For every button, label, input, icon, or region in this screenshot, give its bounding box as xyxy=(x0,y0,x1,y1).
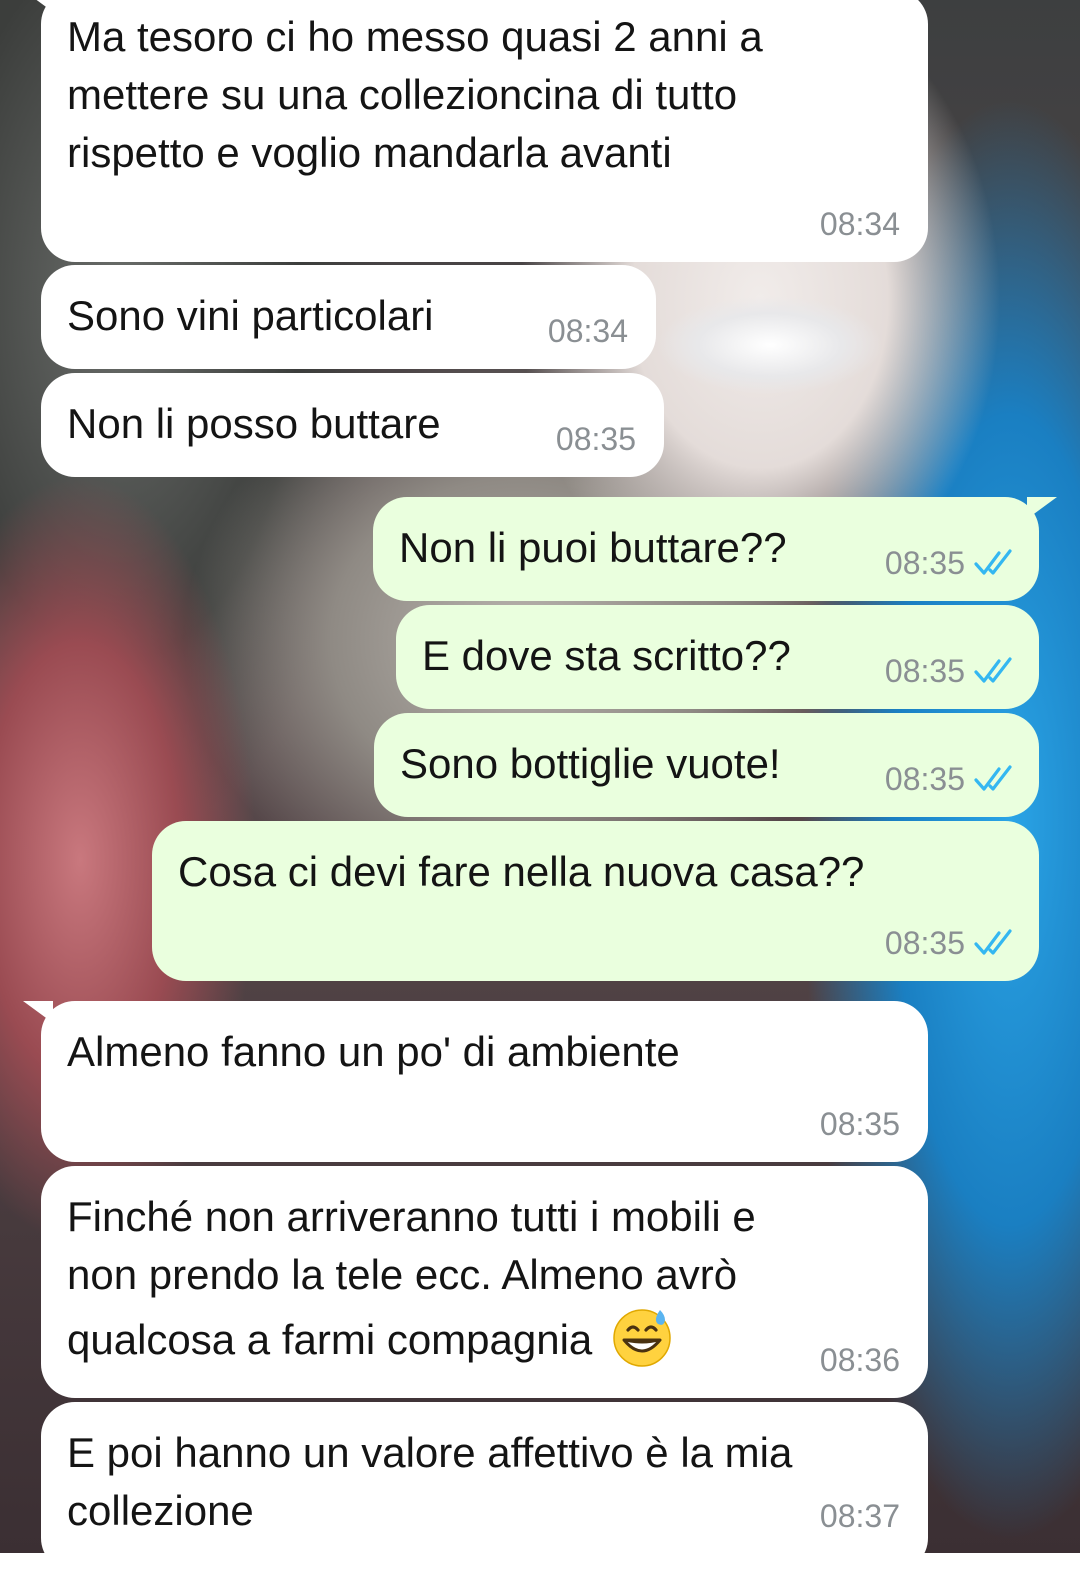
message-meta: 08:35 xyxy=(885,925,1017,961)
message-time: 08:34 xyxy=(547,313,628,349)
message-bubble-outgoing[interactable]: Sono bottiglie vuote! 08:35 xyxy=(374,713,1039,817)
message-meta: 08:35 xyxy=(885,761,1017,797)
message-text: Cosa ci devi fare nella nuova casa?? xyxy=(178,848,865,895)
message-time: 08:35 xyxy=(884,925,965,961)
message-meta: 08:34 xyxy=(820,206,900,242)
message-text: Almeno fanno un po' di ambiente xyxy=(67,1028,680,1075)
message-bubble-outgoing[interactable]: E dove sta scritto?? 08:35 xyxy=(396,605,1039,709)
message-bubble-incoming[interactable]: Non li posso buttare 08:35 xyxy=(41,373,664,477)
message-time: 08:35 xyxy=(884,761,965,797)
message-text: Non li posso buttare xyxy=(67,400,441,447)
read-receipt-icon xyxy=(974,657,1012,683)
read-receipt-icon xyxy=(974,929,1012,955)
message-time: 08:35 xyxy=(555,421,636,457)
message-time: 08:35 xyxy=(884,545,965,581)
message-time: 08:35 xyxy=(884,653,965,689)
message-bubble-incoming[interactable]: E poi hanno un valore affettivo è la mia… xyxy=(41,1402,928,1572)
message-meta: 08:35 xyxy=(556,421,636,457)
grinning-sweat-emoji-icon xyxy=(613,1309,671,1367)
message-text: Ma tesoro ci ho messo quasi 2 anni a met… xyxy=(67,13,763,176)
message-meta: 08:35 xyxy=(885,653,1017,689)
message-bubble-incoming[interactable]: Finché non arriveranno tutti i mobili e … xyxy=(41,1166,928,1398)
message-text-wrap: Finché non arriveranno tutti i mobili e … xyxy=(67,1174,902,1369)
read-receipt-icon xyxy=(974,765,1012,791)
message-time: 08:35 xyxy=(819,1106,900,1142)
message-meta: 08:35 xyxy=(820,1106,900,1142)
message-time: 08:34 xyxy=(819,206,900,242)
chat-message-list[interactable]: Ma tesoro ci ho messo quasi 2 anni a met… xyxy=(0,0,1080,1572)
message-text: Sono vini particolari xyxy=(67,292,434,339)
message-bubble-incoming[interactable]: Sono vini particolari 08:34 xyxy=(41,265,656,369)
message-bubble-incoming[interactable]: Ma tesoro ci ho messo quasi 2 anni a met… xyxy=(23,0,928,262)
message-text: E poi hanno un valore affettivo è la mia… xyxy=(67,1429,793,1534)
message-bubble-incoming[interactable]: Almeno fanno un po' di ambiente 08:35 xyxy=(23,1001,928,1162)
read-receipt-icon xyxy=(974,549,1012,575)
message-time: 08:37 xyxy=(819,1498,900,1534)
message-meta: 08:37 xyxy=(820,1498,900,1534)
message-bubble-outgoing[interactable]: Non li puoi buttare?? 08:35 xyxy=(373,497,1057,601)
message-bubble-outgoing[interactable]: Cosa ci devi fare nella nuova casa?? 08:… xyxy=(152,821,1039,981)
message-meta: 08:36 xyxy=(820,1342,900,1378)
message-meta: 08:34 xyxy=(548,313,628,349)
message-meta: 08:35 xyxy=(885,545,1017,581)
message-time: 08:36 xyxy=(819,1342,900,1378)
